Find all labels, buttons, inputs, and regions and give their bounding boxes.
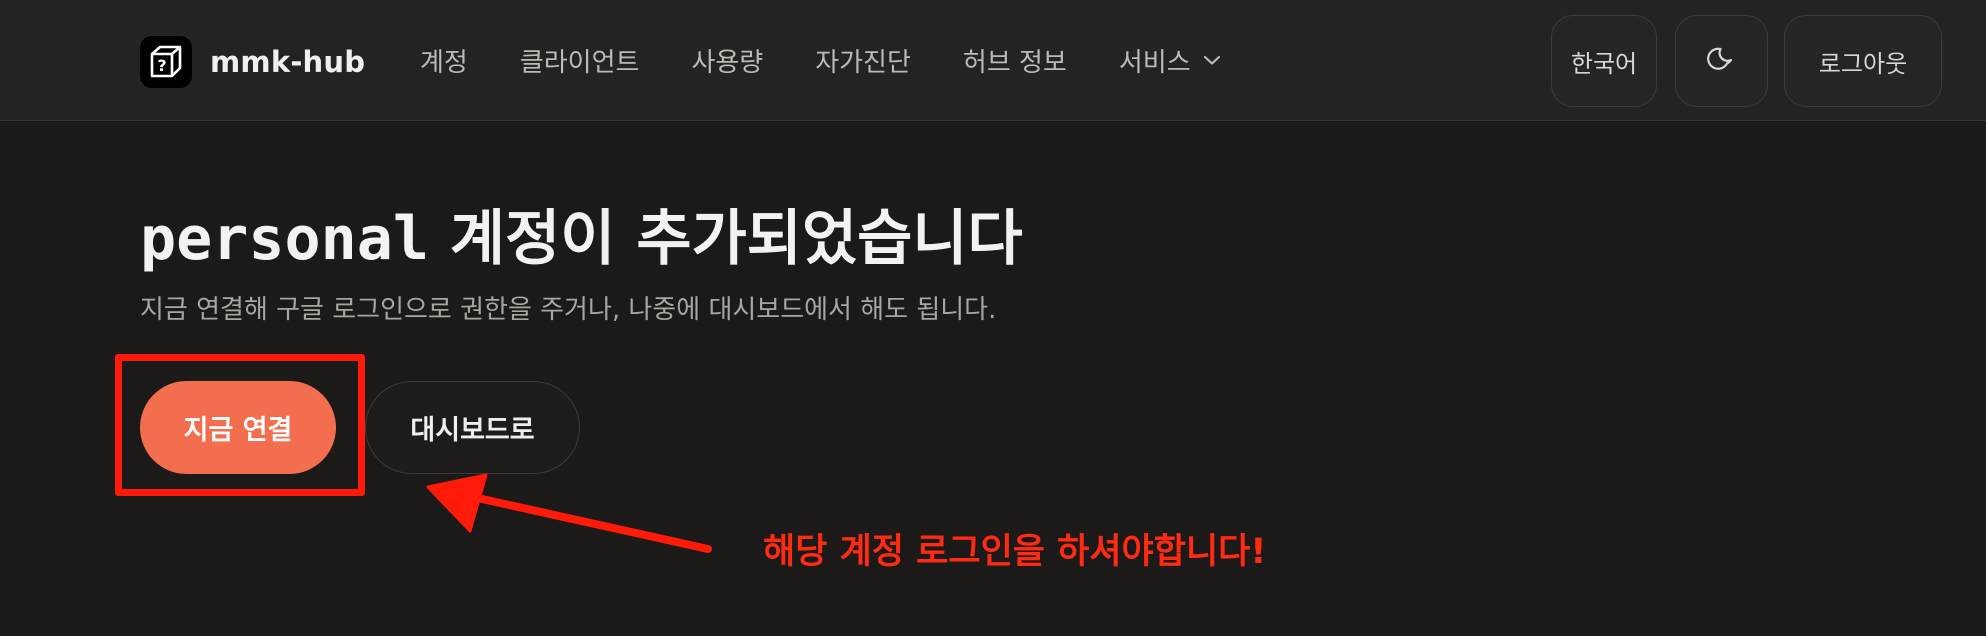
box-question-icon: ? — [140, 36, 192, 88]
nav-label: 자가진단 — [815, 47, 911, 78]
nav-item-accounts[interactable]: 계정 — [420, 42, 468, 79]
page-title: personal 계정이 추가되었습니다 — [140, 190, 1023, 277]
brand[interactable]: ? mmk-hub — [140, 36, 365, 88]
page-subtitle: 지금 연결해 구글 로그인으로 권한을 주거나, 나중에 대시보드에서 해도 됩… — [140, 295, 997, 325]
nav-item-hub-info[interactable]: 허브 정보 — [963, 42, 1067, 79]
nav-label: 서비스 — [1118, 47, 1191, 78]
language-button[interactable]: 한국어 — [1551, 15, 1657, 107]
main-nav: 계정 클라이언트 사용량 자가진단 허브 정보 서비스 — [420, 0, 1273, 120]
top-navbar: ? mmk-hub 계정 클라이언트 사용량 자가진단 허브 정보 서비스 한국… — [0, 0, 1986, 121]
dashboard-label: 대시보드로 — [410, 415, 535, 446]
nav-item-self-diagnosis[interactable]: 자가진단 — [815, 42, 911, 79]
annotation-arrow-icon — [426, 473, 712, 553]
logout-button[interactable]: 로그아웃 — [1784, 15, 1942, 107]
nav-label: 계정 — [420, 47, 468, 78]
nav-item-usage[interactable]: 사용량 — [691, 42, 763, 79]
language-label: 한국어 — [1570, 49, 1638, 78]
nav-label: 사용량 — [691, 47, 764, 78]
go-to-dashboard-button[interactable]: 대시보드로 — [365, 381, 580, 474]
account-name: personal — [140, 204, 429, 274]
chevron-down-icon — [1203, 54, 1221, 66]
logout-label: 로그아웃 — [1818, 49, 1908, 78]
nav-label: 클라이언트 — [519, 47, 640, 78]
moon-icon — [1706, 43, 1737, 79]
annotation-highlight-box — [115, 354, 365, 496]
brand-name: mmk-hub — [210, 45, 366, 79]
app-root: ? mmk-hub 계정 클라이언트 사용량 자가진단 허브 정보 서비스 한국… — [0, 0, 1986, 636]
svg-text:?: ? — [157, 56, 166, 75]
annotation-text: 해당 계정 로그인을 하셔야합니다! — [763, 532, 1267, 572]
theme-toggle-button[interactable] — [1675, 15, 1768, 107]
nav-item-clients[interactable]: 클라이언트 — [520, 42, 640, 79]
nav-label: 허브 정보 — [962, 47, 1067, 78]
title-text: 계정이 추가되었습니다 — [428, 204, 1023, 274]
nav-item-services-dropdown[interactable]: 서비스 — [1119, 42, 1221, 79]
